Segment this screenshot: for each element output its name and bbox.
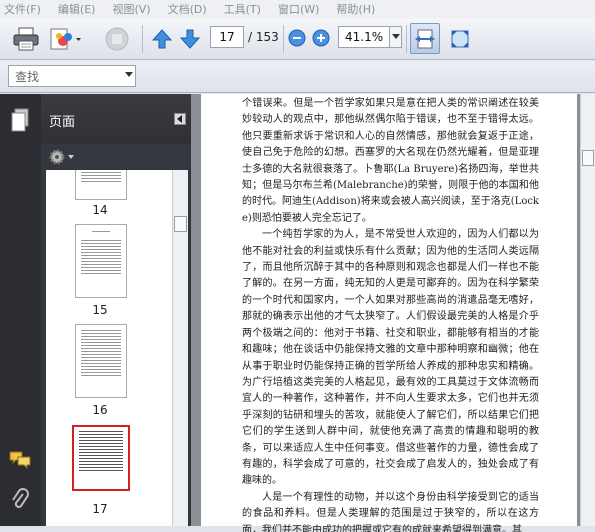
menu-file[interactable]: 文件(F) — [4, 1, 41, 17]
zoom-level-field[interactable]: 41.1% — [338, 26, 390, 48]
paragraph-2: 一个纯哲学家的为人，是不常受世人欢迎的，因为人们都以为他不能对社会的利益或快乐有… — [242, 229, 539, 487]
disabled-icon — [102, 24, 132, 54]
find-dropdown-icon[interactable] — [124, 70, 134, 80]
create-pdf-icon[interactable] — [48, 24, 84, 54]
thumbnail-scrollbar[interactable] — [172, 170, 188, 526]
comments-icon[interactable] — [6, 448, 34, 472]
paragraph-3: 人是一个有理性的动物，并以这个身份由科学接受到它的适当的食品和养料。但是人类理解… — [242, 491, 539, 532]
menu-tools[interactable]: 工具(T) — [224, 1, 261, 17]
menu-edit[interactable]: 编辑(E) — [58, 1, 96, 17]
menu-bar: 文件(F) 编辑(E) 视图(V) 文档(D) 工具(T) 窗口(W) 帮助(H… — [0, 0, 595, 18]
menu-view[interactable]: 视图(V) — [112, 1, 150, 17]
page-number-input[interactable]: 17 — [210, 26, 244, 48]
print-icon[interactable] — [12, 24, 40, 54]
thumbnail-page-17-selected[interactable] — [72, 425, 130, 491]
paragraph-1: 个错误来。但是一个哲学家如果只是意在把人类的常识阐述在较美妙较动人的观点中，那他… — [242, 98, 539, 224]
thumbnail-page-16[interactable] — [75, 324, 127, 398]
panel-title: 页面 — [49, 115, 76, 130]
menu-window[interactable]: 窗口(W) — [278, 1, 319, 17]
document-scroll-thumb[interactable] — [582, 150, 594, 166]
document-page: 个错误来。但是一个哲学家如果只是意在把人类的常识阐述在较美妙较动人的观点中，那他… — [201, 94, 577, 532]
collapse-panel-icon[interactable] — [174, 113, 186, 125]
pages-panel-icon[interactable] — [8, 106, 32, 134]
total-pages: / 153 — [248, 30, 279, 44]
options-gear-icon[interactable] — [47, 147, 77, 167]
next-page-icon[interactable] — [178, 26, 202, 52]
full-screen-icon[interactable] — [446, 24, 474, 54]
zoom-in-icon[interactable] — [311, 28, 331, 48]
zoom-out-icon[interactable] — [287, 28, 307, 48]
previous-page-icon[interactable] — [150, 26, 174, 52]
thumbnail-page-14[interactable] — [75, 170, 127, 200]
menu-document[interactable]: 文档(D) — [168, 1, 207, 17]
menu-help[interactable]: 帮助(H) — [336, 1, 375, 17]
attachment-icon[interactable] — [8, 487, 32, 513]
thumbnail-label-17: 17 — [92, 502, 108, 516]
thumbnail-label-16: 16 — [92, 403, 108, 417]
thumbnail-label-15: 15 — [92, 303, 108, 317]
find-input[interactable]: 查找 — [8, 65, 136, 87]
find-placeholder: 查找 — [15, 69, 40, 84]
zoom-dropdown-icon[interactable] — [390, 26, 402, 48]
thumbnail-label-14: 14 — [92, 203, 108, 217]
document-scrollbar[interactable] — [580, 94, 595, 526]
thumbnail-scroll-thumb[interactable] — [174, 216, 187, 232]
zoom-level: 41.1% — [345, 30, 384, 44]
fit-width-icon[interactable] — [410, 23, 440, 54]
thumbnail-page-15[interactable] — [75, 224, 127, 298]
